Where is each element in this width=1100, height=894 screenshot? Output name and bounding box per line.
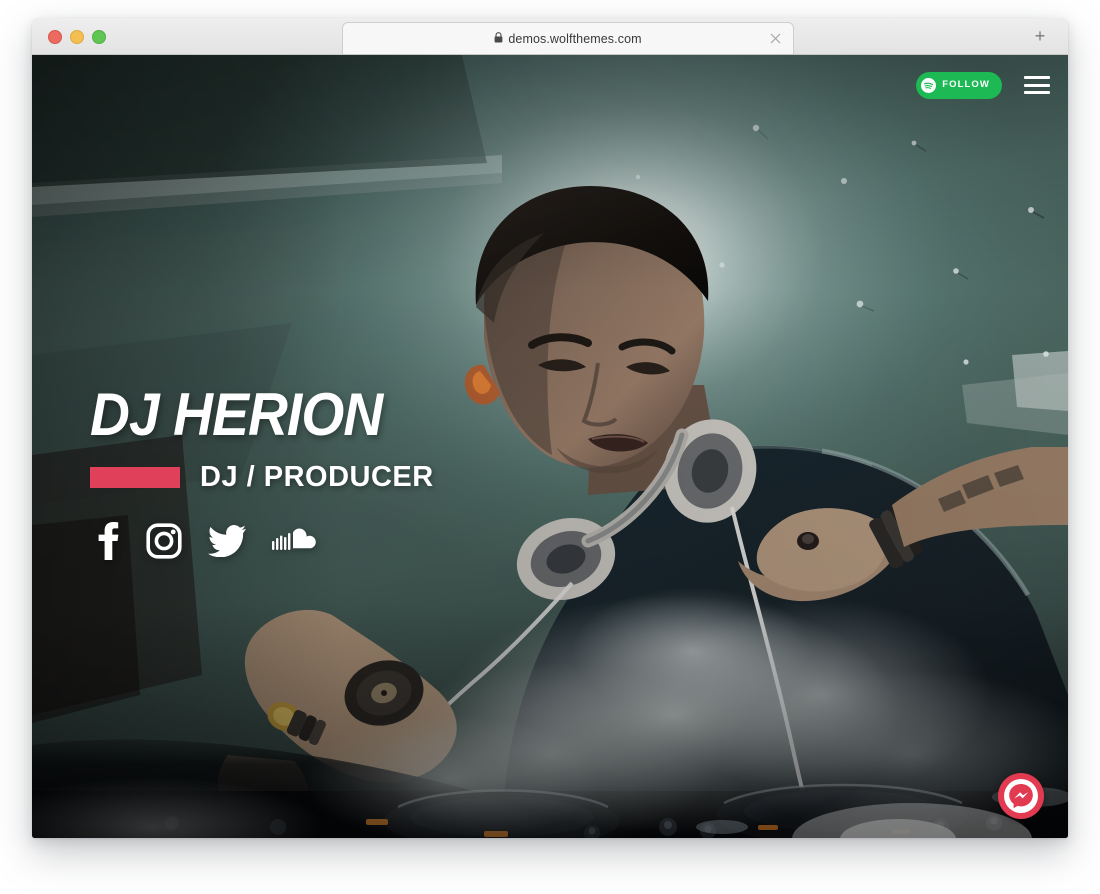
spotify-follow-label: FOLLOW [942,79,990,91]
new-tab-button[interactable]: + [1030,27,1050,47]
browser-titlebar: demos.wolfthemes.com + [32,18,1068,55]
hero-subtitle-row: DJ / PRODUCER [90,463,434,492]
site-header: FOLLOW [32,55,1068,115]
browser-tab[interactable]: demos.wolfthemes.com [342,22,794,54]
tab-title-wrap: demos.wolfthemes.com [494,31,642,46]
maximize-window-button[interactable] [92,30,106,44]
spotify-follow-button[interactable]: FOLLOW [916,71,1002,99]
messenger-glyph [1009,784,1033,809]
spotify-icon [921,77,937,93]
close-icon[interactable] [768,31,783,46]
hamburger-menu-icon[interactable] [1024,76,1050,94]
lock-icon [494,31,503,46]
menu-bar-3 [1024,91,1050,94]
browser-window: demos.wolfthemes.com + FOLLOW DJ HERION … [32,18,1068,838]
page-subtitle: DJ / PRODUCER [200,461,434,493]
soundcloud-icon[interactable] [272,528,320,554]
minimize-window-button[interactable] [70,30,84,44]
hero-content: DJ HERION DJ / PRODUCER [90,385,434,560]
facebook-icon[interactable] [94,522,120,560]
page-viewport: FOLLOW DJ HERION DJ / PRODUCER [32,55,1068,838]
accent-bar [90,467,180,488]
social-links [94,522,434,560]
menu-bar-2 [1024,83,1050,87]
instagram-icon[interactable] [146,523,182,559]
page-title: DJ HERION [90,381,383,448]
facebook-messenger-icon[interactable] [998,773,1044,819]
tab-title: demos.wolfthemes.com [508,31,642,46]
window-controls [48,30,106,44]
menu-bar-1 [1024,76,1050,79]
close-window-button[interactable] [48,30,62,44]
twitter-icon[interactable] [208,525,246,558]
